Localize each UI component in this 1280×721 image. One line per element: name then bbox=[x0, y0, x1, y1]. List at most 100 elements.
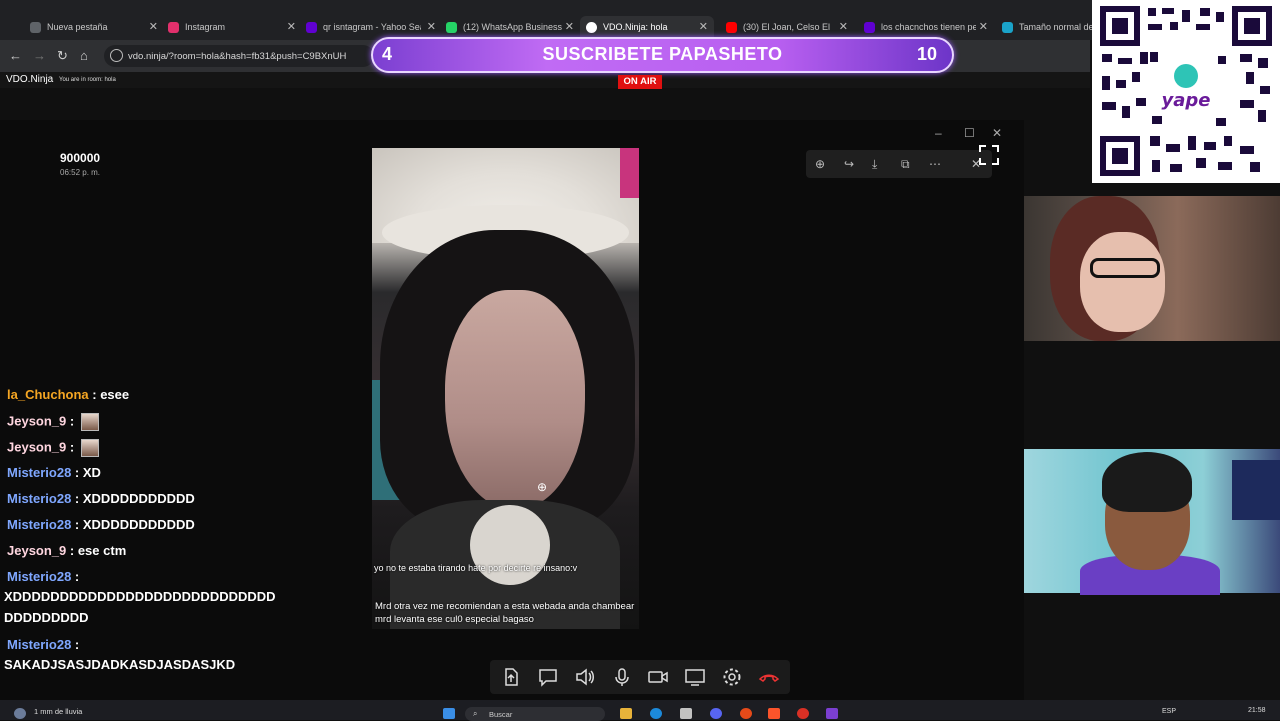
chat-emote-icon bbox=[80, 439, 99, 457]
vdo-logo[interactable]: VDO.Ninja bbox=[6, 74, 53, 85]
on-air-badge: ON AIR bbox=[618, 75, 662, 89]
tab-tamano-normal[interactable]: Tamaño normal del p bbox=[1002, 16, 1092, 38]
tab-label: Nueva pestaña bbox=[47, 22, 108, 32]
image-viewer-toolbar bbox=[806, 150, 992, 178]
chat-username[interactable]: Jeyson_9 bbox=[7, 439, 66, 454]
chat-separator: : bbox=[71, 491, 83, 506]
chat-text: ese ctm bbox=[77, 543, 127, 558]
webcam-guest-1-glasses bbox=[1090, 258, 1160, 278]
url-text: vdo.ninja/?room=hola&hash=fb31&push=C9BX… bbox=[128, 50, 347, 62]
tab-yahoo-search[interactable]: qr isntagram - Yahoo Sea ✕ bbox=[306, 16, 436, 38]
tab-whatsapp[interactable]: (12) WhatsApp Business ✕ bbox=[446, 16, 574, 38]
video-caption-bottom: Mrd otra vez me recomiendan a esta webad… bbox=[375, 601, 635, 625]
video-caption-top: yo no te estaba tirando hate por decirte… bbox=[374, 563, 578, 573]
tab-youtube[interactable]: (30) El Joan, Celso El F ✕ bbox=[726, 16, 848, 38]
tab-label: qr isntagram - Yahoo Sea bbox=[323, 22, 421, 32]
weather-icon[interactable] bbox=[14, 708, 26, 719]
chat-username[interactable]: Jeyson_9 bbox=[7, 413, 66, 428]
banner-right-count: 10 bbox=[917, 44, 938, 64]
maximize-icon[interactable]: ☐ bbox=[964, 126, 975, 140]
weather-text[interactable]: 1 mm de lluvia bbox=[34, 707, 82, 716]
obs-icon[interactable] bbox=[797, 708, 809, 719]
chat-separator: : bbox=[71, 569, 80, 584]
chat-username[interactable]: Jeyson_9 bbox=[7, 543, 66, 558]
chat-icon[interactable] bbox=[537, 666, 559, 688]
minimize-icon[interactable]: – bbox=[935, 126, 942, 140]
close-window-icon[interactable]: ✕ bbox=[992, 126, 1002, 140]
chat-username[interactable]: Misterio28 bbox=[7, 569, 71, 584]
close-icon[interactable]: ✕ bbox=[149, 20, 158, 33]
microphone-icon[interactable] bbox=[611, 666, 633, 688]
open-external-icon[interactable]: ⧉ bbox=[901, 157, 910, 172]
settings-icon[interactable] bbox=[721, 666, 743, 688]
call-controls-bar bbox=[490, 660, 790, 694]
reload-icon[interactable]: ↻ bbox=[57, 48, 68, 64]
tab-yahoo-search-2[interactable]: los chacnchos tienen pen ✕ bbox=[864, 16, 988, 38]
yape-logo-text: yape bbox=[1162, 90, 1211, 111]
tab-nueva-pestana[interactable]: Nueva pestaña ✕ bbox=[30, 16, 158, 38]
discord-icon[interactable] bbox=[710, 708, 722, 719]
video-face bbox=[445, 290, 585, 510]
tab-label: VDO.Ninja: hola bbox=[603, 22, 668, 32]
back-icon[interactable]: ← bbox=[9, 48, 22, 63]
speaker-icon[interactable] bbox=[574, 666, 596, 688]
app-icon[interactable] bbox=[826, 708, 838, 719]
hangup-icon[interactable] bbox=[758, 666, 780, 688]
tab-instagram[interactable]: Instagram ✕ bbox=[168, 16, 296, 38]
download-icon[interactable]: ⤓ bbox=[872, 157, 877, 172]
fullscreen-icon[interactable] bbox=[978, 144, 1000, 166]
tab-favicon-icon bbox=[864, 21, 875, 33]
brave-icon[interactable] bbox=[768, 708, 780, 719]
file-explorer-icon[interactable] bbox=[620, 708, 632, 719]
camera-icon[interactable] bbox=[647, 666, 669, 688]
chat-username[interactable]: la_Chuchona bbox=[7, 387, 89, 402]
tab-label: (30) El Joan, Celso El F bbox=[743, 22, 831, 32]
site-info-icon[interactable] bbox=[110, 49, 123, 62]
video-shirt bbox=[470, 505, 550, 585]
chat-message: Misterio28 : XDDDDDDDDDDD bbox=[7, 517, 195, 532]
store-icon[interactable] bbox=[680, 708, 692, 719]
chat-text: esee bbox=[100, 387, 130, 402]
close-icon[interactable]: ✕ bbox=[565, 20, 574, 33]
home-icon[interactable]: ⌂ bbox=[80, 48, 88, 63]
share-icon[interactable]: ↪ bbox=[844, 157, 854, 171]
chat-text: XDDDDDDDDDDD bbox=[82, 517, 195, 532]
tab-favicon-icon bbox=[446, 21, 457, 33]
start-icon[interactable] bbox=[443, 708, 455, 719]
chat-emote-icon bbox=[80, 413, 99, 431]
chat-message: Misterio28 : bbox=[7, 569, 79, 584]
chat-username[interactable]: Misterio28 bbox=[7, 491, 71, 506]
edge-icon[interactable] bbox=[650, 708, 662, 719]
forward-icon[interactable]: → bbox=[33, 48, 46, 63]
chat-message: la_Chuchona : esee bbox=[7, 387, 129, 402]
webcam-guest-2-hair bbox=[1102, 452, 1192, 512]
chat-username[interactable]: Misterio28 bbox=[7, 517, 71, 532]
close-icon[interactable]: ✕ bbox=[839, 20, 848, 33]
chat-username[interactable]: Misterio28 bbox=[7, 465, 71, 480]
close-icon[interactable]: ✕ bbox=[699, 20, 708, 33]
screen-share-icon[interactable] bbox=[684, 666, 706, 688]
share-file-icon[interactable] bbox=[500, 666, 522, 688]
room-status: You are in room: hola bbox=[59, 77, 116, 83]
tab-label: Tamaño normal del p bbox=[1019, 22, 1092, 32]
tab-vdo-ninja[interactable]: VDO.Ninja: hola ✕ bbox=[580, 16, 714, 38]
windows-taskbar bbox=[0, 700, 1280, 720]
browser-icon[interactable] bbox=[740, 708, 752, 719]
chat-message: Jeyson_9 : bbox=[7, 413, 99, 431]
more-icon[interactable]: ⋯ bbox=[929, 157, 941, 171]
close-icon[interactable]: ✕ bbox=[427, 20, 436, 33]
video-pink-edge bbox=[620, 148, 639, 198]
taskbar-search-input[interactable] bbox=[465, 707, 605, 721]
zoom-cursor-icon: ⊕ bbox=[537, 480, 548, 494]
chat-message: Jeyson_9 : bbox=[7, 439, 99, 457]
search-placeholder: Buscar bbox=[489, 710, 513, 719]
zoom-icon[interactable]: ⊕ bbox=[815, 157, 825, 171]
close-icon[interactable]: ✕ bbox=[287, 20, 296, 33]
url-input[interactable]: vdo.ninja/?room=hola&hash=fb31&push=C9BX… bbox=[104, 45, 374, 67]
language-indicator[interactable]: ESP bbox=[1162, 708, 1176, 715]
clock[interactable]: 21:58 bbox=[1248, 707, 1266, 714]
chat-separator: : bbox=[66, 439, 78, 455]
close-icon[interactable]: ✕ bbox=[979, 20, 988, 33]
chat-username[interactable]: Misterio28 bbox=[7, 637, 71, 652]
webcam-guest-1-face bbox=[1080, 232, 1165, 332]
